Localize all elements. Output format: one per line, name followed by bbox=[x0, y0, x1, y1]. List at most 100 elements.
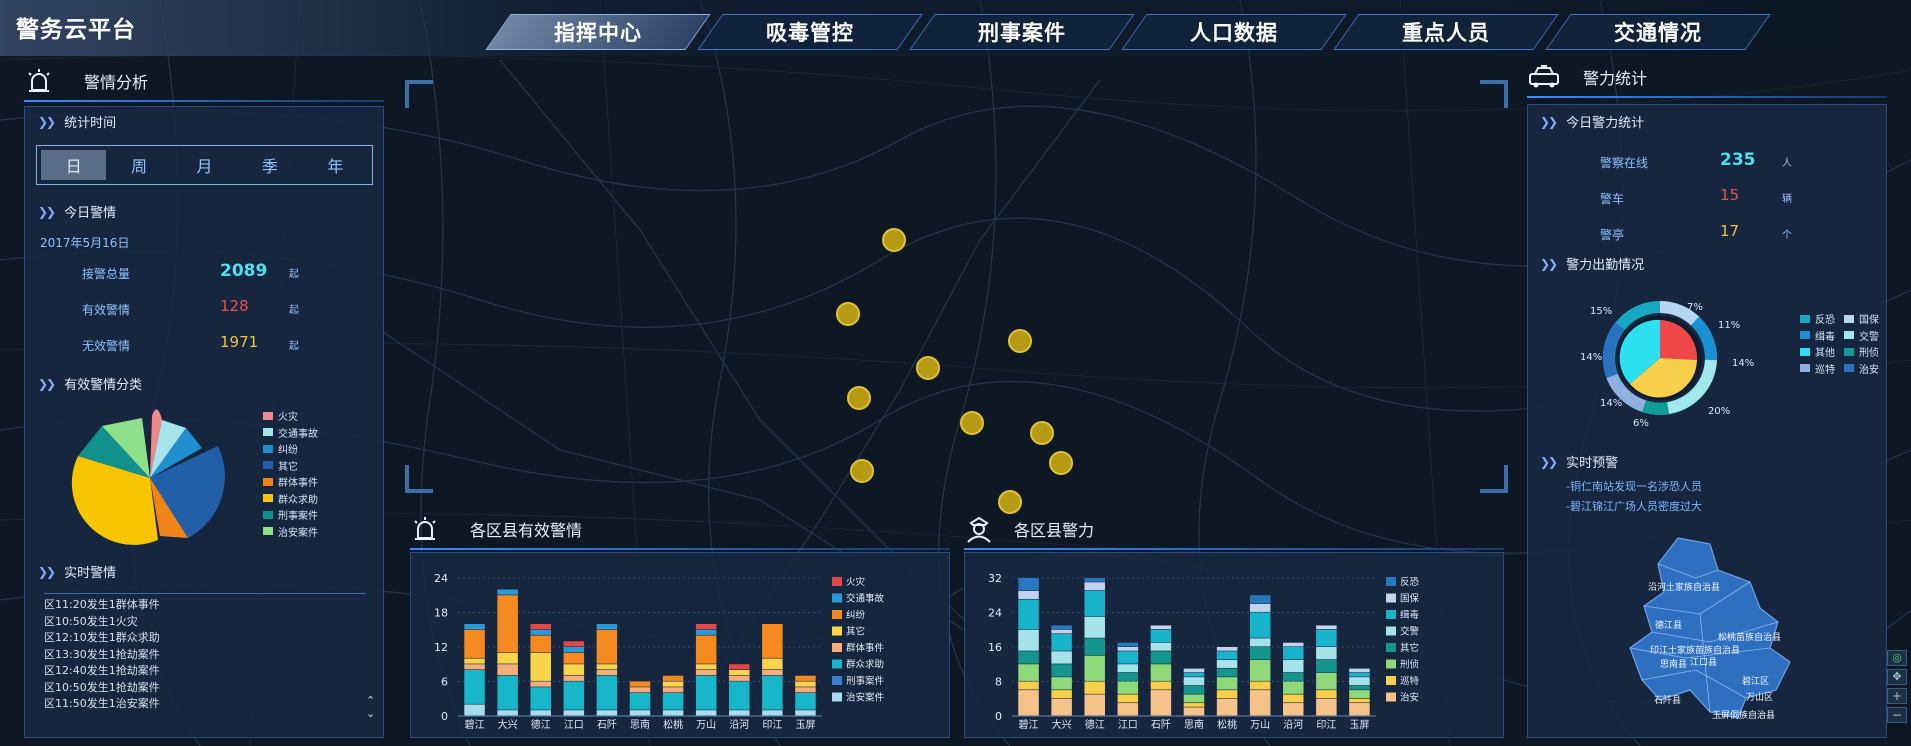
time-tab-0[interactable]: 日 bbox=[41, 150, 107, 180]
bar-segment[interactable] bbox=[1084, 578, 1105, 582]
bar-segment[interactable] bbox=[662, 675, 684, 681]
bar-segment[interactable] bbox=[1349, 677, 1370, 686]
nav-tab-1[interactable]: 吸毒管控 bbox=[710, 14, 910, 50]
bar-segment[interactable] bbox=[662, 710, 684, 716]
region-label[interactable]: 德江县 bbox=[1655, 618, 1682, 631]
bar-segment[interactable] bbox=[497, 710, 518, 716]
alert-item[interactable]: -铜仁南站发现一名涉恐人员 bbox=[1566, 478, 1702, 498]
bar-segment[interactable] bbox=[530, 635, 551, 653]
bar-segment[interactable] bbox=[530, 652, 551, 681]
bar-segment[interactable] bbox=[1018, 629, 1039, 651]
legend-label[interactable]: 群众求助 bbox=[846, 659, 884, 671]
bar-segment[interactable] bbox=[695, 629, 717, 635]
legend-label[interactable]: 巡特 bbox=[1400, 675, 1420, 687]
duty-legend-item[interactable]: 巡特 bbox=[1800, 361, 1835, 376]
bar-segment[interactable] bbox=[1249, 659, 1271, 681]
bar-segment[interactable] bbox=[1216, 698, 1238, 716]
legend-label[interactable]: 反恐 bbox=[1400, 577, 1420, 588]
bar-segment[interactable] bbox=[1249, 647, 1271, 660]
bar-segment[interactable] bbox=[464, 624, 485, 630]
bar-segment[interactable] bbox=[1216, 690, 1238, 699]
bar-segment[interactable] bbox=[1349, 698, 1370, 703]
bar-segment[interactable] bbox=[1316, 698, 1337, 716]
bar-segment[interactable] bbox=[563, 641, 585, 647]
scroll-arrow-icon[interactable]: ⌃ ⌄ bbox=[366, 694, 375, 720]
bar-segment[interactable] bbox=[1018, 681, 1039, 690]
bar-segment[interactable] bbox=[1183, 672, 1205, 677]
district-police-bar-chart[interactable]: 0 8 16 24 32 碧江 大兴 德江 江口 石阡 思南 松桃 万山 沿河 印江 玉屏 反恐国保缉毒交警其它… bbox=[964, 552, 1504, 738]
region-label[interactable]: 江口县 bbox=[1690, 655, 1717, 668]
bar-segment[interactable] bbox=[629, 693, 651, 710]
bar-segment[interactable] bbox=[596, 710, 618, 716]
bar-segment[interactable] bbox=[729, 675, 750, 681]
bar-segment[interactable] bbox=[662, 687, 684, 693]
nav-tab-3[interactable]: 人口数据 bbox=[1134, 14, 1334, 50]
bar-segment[interactable] bbox=[795, 675, 816, 681]
bar-segment[interactable] bbox=[1084, 616, 1105, 638]
bar-segment[interactable] bbox=[530, 629, 551, 635]
category-legend-item[interactable]: 火灾 bbox=[263, 408, 298, 423]
bar-segment[interactable] bbox=[762, 670, 783, 676]
bar-segment[interactable] bbox=[497, 595, 518, 653]
bar-segment[interactable] bbox=[1150, 642, 1172, 651]
bar-segment[interactable] bbox=[1216, 659, 1238, 668]
bar-segment[interactable] bbox=[1316, 690, 1337, 699]
bar-segment[interactable] bbox=[563, 681, 585, 710]
duty-legend-item[interactable]: 其他 bbox=[1800, 344, 1835, 359]
bar-segment[interactable] bbox=[563, 664, 585, 676]
bar-segment[interactable] bbox=[497, 664, 518, 676]
bar-segment[interactable] bbox=[1349, 685, 1370, 690]
bar-segment[interactable] bbox=[1283, 659, 1304, 673]
bar-segment[interactable] bbox=[1150, 625, 1172, 630]
bar-segment[interactable] bbox=[563, 647, 585, 653]
bar-segment[interactable] bbox=[1349, 690, 1370, 699]
bar-segment[interactable] bbox=[1084, 638, 1105, 656]
bar-segment[interactable] bbox=[464, 704, 485, 716]
bar-segment[interactable] bbox=[1349, 668, 1370, 673]
time-tab-4[interactable]: 年 bbox=[303, 150, 368, 180]
category-legend-item[interactable]: 交通事故 bbox=[263, 425, 318, 440]
bar-segment[interactable] bbox=[1283, 681, 1304, 694]
bar-segment[interactable] bbox=[1051, 690, 1072, 699]
realtime-item[interactable]: 区11:20发生1群体事件 bbox=[44, 596, 354, 613]
category-legend-item[interactable]: 群众求助 bbox=[263, 491, 318, 506]
region-label[interactable]: 沿河土家族自治县 bbox=[1648, 580, 1720, 593]
category-legend-item[interactable]: 纠纷 bbox=[263, 441, 298, 456]
bar-segment[interactable] bbox=[1316, 625, 1337, 630]
zoom-out-icon[interactable]: − bbox=[1887, 707, 1907, 723]
nav-tab-5[interactable]: 交通情况 bbox=[1558, 14, 1758, 50]
region-label[interactable]: 石阡县 bbox=[1654, 693, 1681, 706]
bar-segment[interactable] bbox=[1117, 694, 1139, 703]
bar-segment[interactable] bbox=[1150, 629, 1172, 643]
bar-segment[interactable] bbox=[1018, 690, 1039, 716]
bar-segment[interactable] bbox=[729, 670, 750, 676]
bar-segment[interactable] bbox=[629, 687, 651, 693]
bar-segment[interactable] bbox=[563, 652, 585, 664]
bar-segment[interactable] bbox=[530, 624, 551, 630]
bar-segment[interactable] bbox=[795, 687, 816, 693]
bar-segment[interactable] bbox=[1216, 651, 1238, 660]
bar-segment[interactable] bbox=[1249, 595, 1271, 604]
bar-segment[interactable] bbox=[729, 664, 750, 670]
bar-segment[interactable] bbox=[1283, 703, 1304, 716]
bar-segment[interactable] bbox=[729, 710, 750, 716]
bar-segment[interactable] bbox=[1183, 677, 1205, 686]
bar-segment[interactable] bbox=[1150, 651, 1172, 664]
time-tab-3[interactable]: 季 bbox=[237, 150, 302, 180]
duty-legend-item[interactable]: 反恐 bbox=[1800, 311, 1835, 326]
legend-label[interactable]: 国保 bbox=[1400, 593, 1420, 605]
bar-segment[interactable] bbox=[1216, 668, 1238, 677]
bar-segment[interactable] bbox=[1018, 651, 1039, 664]
legend-label[interactable]: 治安案件 bbox=[846, 692, 885, 704]
bar-segment[interactable] bbox=[530, 710, 551, 716]
bar-segment[interactable] bbox=[1183, 703, 1205, 707]
bar-segment[interactable] bbox=[1018, 599, 1039, 630]
bar-segment[interactable] bbox=[1018, 664, 1039, 681]
bar-segment[interactable] bbox=[1183, 707, 1205, 716]
bar-segment[interactable] bbox=[596, 624, 618, 630]
realtime-item[interactable]: 区12:40发生1抢劫案件 bbox=[44, 662, 354, 679]
bar-segment[interactable] bbox=[662, 693, 684, 710]
bar-segment[interactable] bbox=[1316, 647, 1337, 660]
legend-label[interactable]: 交警 bbox=[1400, 626, 1420, 638]
realtime-item[interactable]: 区12:10发生1群众求助 bbox=[44, 629, 354, 646]
